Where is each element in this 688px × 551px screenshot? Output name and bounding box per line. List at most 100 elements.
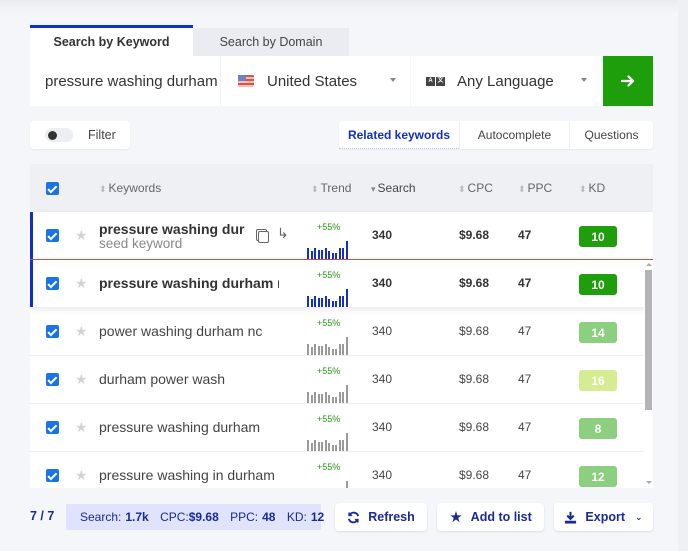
seed-keyword-row[interactable]: ★ pressure washing durhamseed keyword ↳ +55… xyxy=(30,212,653,260)
trend-bar xyxy=(310,395,313,403)
column-trend[interactable]: ⬍ Trend xyxy=(311,181,351,195)
column-kd[interactable]: ⬍ KD xyxy=(579,181,605,195)
trend-bar xyxy=(324,440,327,451)
row-checkbox[interactable] xyxy=(46,325,59,338)
export-button[interactable]: Export ⌄ xyxy=(554,503,653,531)
row-checkbox[interactable] xyxy=(46,421,59,434)
row-checkbox[interactable] xyxy=(46,373,59,386)
toggle-switch[interactable] xyxy=(45,128,73,142)
trend-bar xyxy=(342,344,344,355)
keyword-text[interactable]: pressure washing durham xyxy=(99,221,245,237)
trend-sparkline xyxy=(307,287,348,307)
star-icon[interactable]: ★ xyxy=(75,371,88,388)
trend-bar xyxy=(314,248,316,259)
keyword-text[interactable]: pressure washing durham nc xyxy=(99,275,279,291)
trend-bar xyxy=(310,251,313,259)
kd-badge: 14 xyxy=(579,322,617,343)
tab-search-by-domain[interactable]: Search by Domain xyxy=(193,28,349,56)
trend-bar xyxy=(328,443,330,451)
keyword-text[interactable]: pressure washing in durham xyxy=(99,467,275,483)
tab-related-keywords[interactable]: Related keywords xyxy=(339,121,459,149)
tab-autocomplete[interactable]: Autocomplete xyxy=(459,121,569,149)
table-row[interactable]: ★ durham power wash +55% 340 $9.68 47 16 xyxy=(30,356,653,404)
star-icon[interactable]: ★ xyxy=(75,275,88,292)
caret-down-icon xyxy=(581,78,587,82)
tab-questions[interactable]: Questions xyxy=(569,121,653,149)
keyword-text[interactable]: durham power wash xyxy=(99,371,225,387)
star-icon[interactable]: ★ xyxy=(75,227,88,244)
ppc-value: 47 xyxy=(518,468,532,482)
trend-bar xyxy=(321,346,323,355)
trend-bar xyxy=(307,440,309,451)
chevron-down-icon: ⌄ xyxy=(635,511,643,522)
trend-bar xyxy=(338,392,341,403)
table-row[interactable]: ★ pressure washing in durham +55% 340 $9.68 4… xyxy=(30,452,653,488)
trend-sparkline xyxy=(307,383,348,403)
table-row[interactable]: ★ power washing durham nc +55% 340 $9.68 47 14 xyxy=(30,308,653,356)
cpc-value: $9.68 xyxy=(459,468,490,482)
language-select[interactable]: A文 Any Language xyxy=(411,56,601,106)
trend-bar xyxy=(345,337,348,355)
ppc-value: 47 xyxy=(518,324,532,338)
row-highlight-bar xyxy=(30,260,33,308)
tab-search-by-keyword[interactable]: Search by Keyword xyxy=(30,25,193,56)
kd-badge: 12 xyxy=(579,466,617,487)
trend-bar xyxy=(317,394,320,403)
result-count: 7 / 7 xyxy=(30,509,55,523)
cpc-value: $9.68 xyxy=(459,276,490,290)
table-row[interactable]: ★ pressure washing durham +55% 340 $9.68 47 8 xyxy=(30,404,653,452)
column-keywords[interactable]: ⬍ Keywords xyxy=(99,181,161,195)
column-search[interactable]: ▾ Search xyxy=(371,181,416,195)
keyword-text[interactable]: pressure washing durham xyxy=(99,419,260,435)
keyword-input[interactable] xyxy=(30,56,220,106)
cpc-value: $9.68 xyxy=(459,372,490,386)
trend-sparkline xyxy=(307,479,348,488)
table-header: ⬍ Keywords ⬍ Trend ▾ Search ⬍ CPC ⬍ PPC ⬍ KD xyxy=(30,164,653,212)
trend-sparkline xyxy=(307,335,348,355)
trend-bar xyxy=(328,395,330,403)
search-go-button[interactable] xyxy=(603,56,653,106)
search-volume: 340 xyxy=(372,372,393,386)
table-row[interactable]: ★ pressure washing durham nc +55% 340 $9.68 4… xyxy=(30,260,653,308)
star-icon[interactable]: ★ xyxy=(75,323,88,340)
search-volume: 340 xyxy=(372,468,393,482)
page-scroll-track xyxy=(678,0,688,551)
table-scrollbar[interactable] xyxy=(644,260,653,488)
country-select[interactable]: United States xyxy=(221,56,410,106)
trend-bar xyxy=(321,394,323,403)
row-checkbox[interactable] xyxy=(46,277,59,290)
refresh-button[interactable]: Refresh xyxy=(335,503,427,531)
row-highlight-bar xyxy=(30,212,33,260)
star-icon[interactable]: ★ xyxy=(75,419,88,436)
download-icon xyxy=(565,511,577,524)
totals-summary: Search: 1.7k CPC: $9.68 PPC: 48 KD: 12 xyxy=(66,504,324,530)
arrow-right-icon xyxy=(621,75,635,87)
column-ppc[interactable]: ⬍ PPC xyxy=(518,181,552,195)
kd-badge: 16 xyxy=(579,370,617,391)
add-to-list-button[interactable]: ★ Add to list xyxy=(437,503,544,531)
refresh-icon xyxy=(348,511,360,523)
star-icon[interactable]: ★ xyxy=(75,467,88,484)
column-cpc[interactable]: ⬍ CPC xyxy=(458,181,493,195)
row-checkbox[interactable] xyxy=(46,469,59,482)
select-all-checkbox[interactable] xyxy=(46,182,59,195)
seed-keyword-label: seed keyword xyxy=(99,236,183,251)
scroll-thumb[interactable] xyxy=(645,270,652,410)
cpc-value: $9.68 xyxy=(459,420,490,434)
trend-bar xyxy=(342,248,344,259)
copy-icon[interactable] xyxy=(256,229,269,243)
filter-toggle[interactable]: Filter xyxy=(30,121,130,149)
row-checkbox[interactable] xyxy=(46,229,59,242)
trend-bar xyxy=(314,392,316,403)
trend-percent: +55% xyxy=(317,366,341,376)
scroll-down-icon[interactable] xyxy=(646,481,652,484)
scroll-up-icon[interactable] xyxy=(646,263,652,266)
kd-badge: 10 xyxy=(579,226,617,247)
redirect-arrow-icon[interactable]: ↳ xyxy=(277,225,289,242)
trend-bar xyxy=(328,299,330,307)
search-bar: United States A文 Any Language xyxy=(30,56,653,106)
translate-icon: A文 xyxy=(426,76,445,86)
trend-bar xyxy=(324,248,327,259)
search-volume: 340 xyxy=(372,228,393,242)
keyword-text[interactable]: power washing durham nc xyxy=(99,323,262,339)
